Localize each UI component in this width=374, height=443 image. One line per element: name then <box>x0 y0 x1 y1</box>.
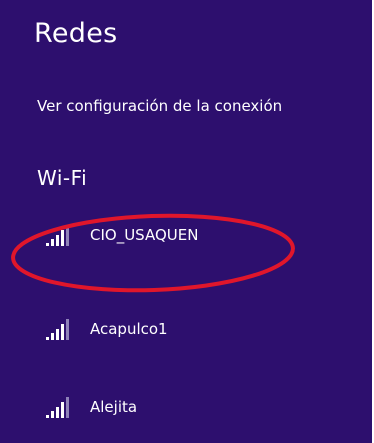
connection-settings-link[interactable]: Ver configuración de la conexión <box>37 97 282 115</box>
panel-title: Redes <box>34 18 118 49</box>
network-item-acapulco1[interactable]: Acapulco1 <box>44 316 354 348</box>
network-name: Acapulco1 <box>90 320 168 338</box>
wifi-signal-icon <box>46 397 69 418</box>
wifi-section-title: Wi-Fi <box>37 166 88 190</box>
wifi-signal-icon <box>46 225 69 246</box>
network-item-cio-usaquen[interactable]: CIO_USAQUEN <box>44 222 354 254</box>
network-name: Alejita <box>90 398 138 416</box>
network-name: CIO_USAQUEN <box>90 226 199 244</box>
networks-panel: Redes Ver configuración de la conexión W… <box>0 0 372 443</box>
wifi-signal-icon <box>46 319 69 340</box>
network-item-alejita[interactable]: Alejita <box>44 394 354 426</box>
